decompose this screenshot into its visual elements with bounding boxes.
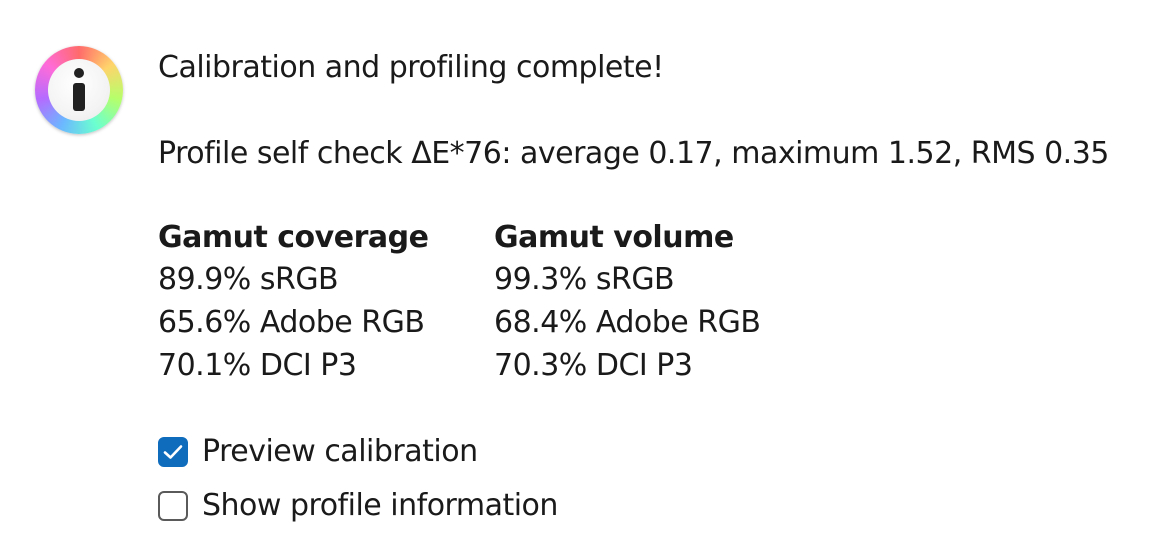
profile-self-check: Profile self check ΔE*76: average 0.17, …: [158, 136, 1109, 171]
info-glyph-icon: [73, 68, 85, 111]
gamut-coverage-header: Gamut coverage: [158, 220, 429, 255]
completion-message: Calibration and profiling complete!: [158, 50, 664, 85]
preview-calibration-checkbox[interactable]: [158, 437, 188, 467]
gamut-coverage-dci-p3: 70.1% DCI P3: [158, 348, 357, 383]
preview-calibration-option[interactable]: Preview calibration: [158, 432, 478, 472]
gamut-volume-column: Gamut volume 99.3% sRGB 68.4% Adobe RGB …: [494, 218, 761, 387]
info-icon-center: [48, 59, 110, 121]
checkmark-icon: [163, 445, 183, 459]
gamut-volume-dci-p3: 70.3% DCI P3: [494, 348, 693, 383]
show-profile-information-label[interactable]: Show profile information: [202, 486, 558, 526]
gamut-volume-srgb: 99.3% sRGB: [494, 262, 675, 297]
info-icon: [35, 46, 123, 134]
gamut-table: Gamut coverage 89.9% sRGB 65.6% Adobe RG…: [158, 218, 761, 387]
gamut-volume-adobe-rgb: 68.4% Adobe RGB: [494, 305, 761, 340]
show-profile-information-option[interactable]: Show profile information: [158, 486, 558, 526]
gamut-coverage-column: Gamut coverage 89.9% sRGB 65.6% Adobe RG…: [158, 218, 494, 387]
gamut-volume-header: Gamut volume: [494, 220, 734, 255]
gamut-coverage-srgb: 89.9% sRGB: [158, 262, 339, 297]
preview-calibration-label[interactable]: Preview calibration: [202, 432, 478, 472]
calibration-result-dialog: Calibration and profiling complete! Prof…: [0, 0, 1161, 548]
show-profile-information-checkbox[interactable]: [158, 491, 188, 521]
gamut-coverage-adobe-rgb: 65.6% Adobe RGB: [158, 305, 425, 340]
